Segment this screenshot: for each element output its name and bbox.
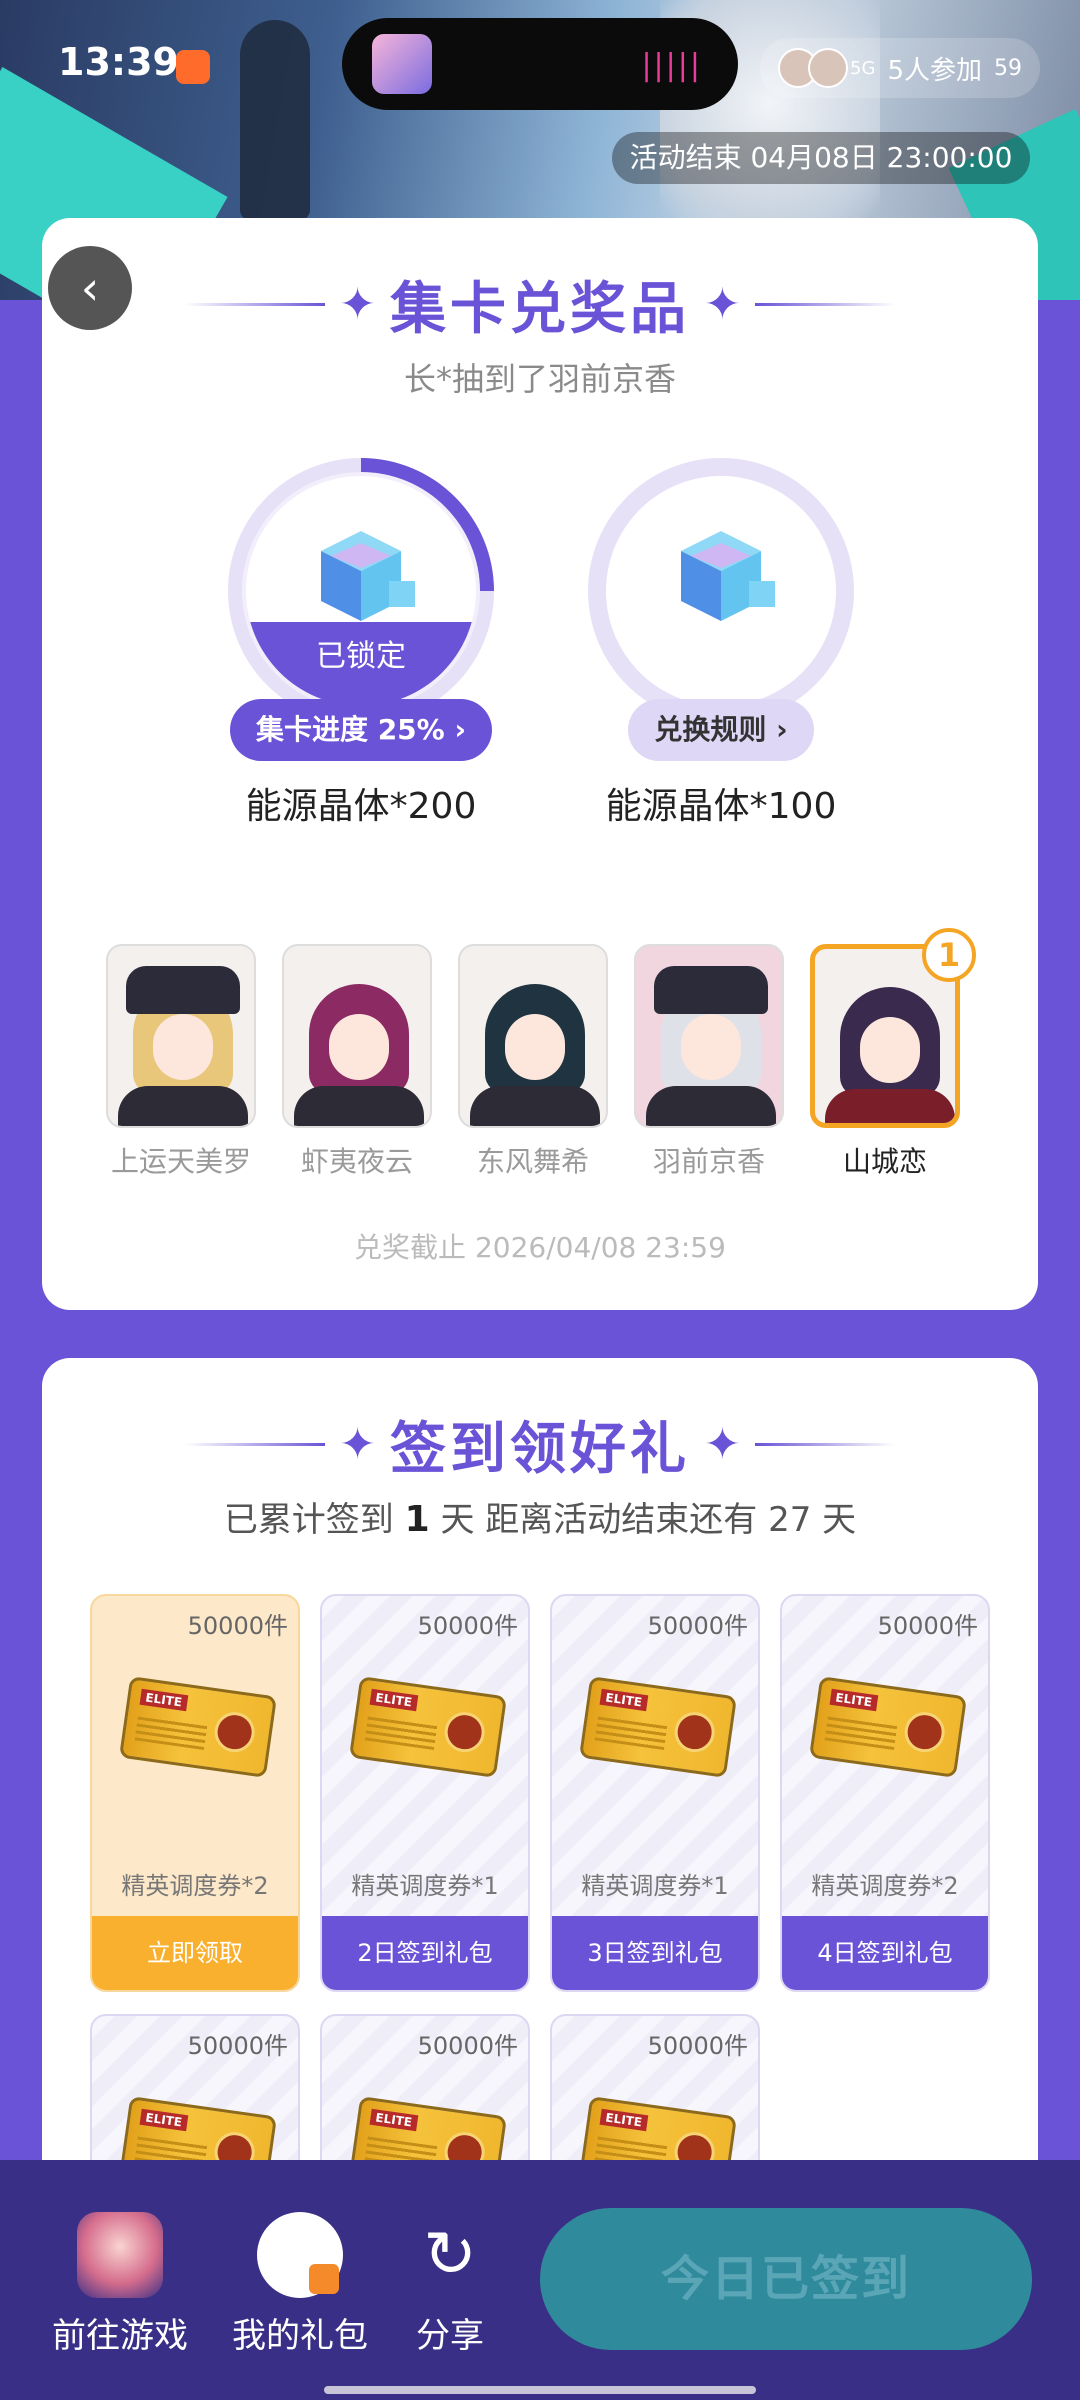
- prize-name: 能源晶体*100: [605, 786, 837, 827]
- prize-item: 兑换规则 › 能源晶体*100: [586, 458, 856, 829]
- stock-count: 50000件: [647, 2032, 748, 2060]
- collect-title: 集卡兑奖品: [390, 277, 690, 342]
- game-icon: [77, 2212, 163, 2298]
- redeem-deadline: 兑奖截止 2026/04/08 23:59: [354, 1231, 726, 1264]
- elite-ticket-icon: ELITE: [119, 1676, 277, 1778]
- sparkle-icon: ✦: [339, 1419, 376, 1470]
- status-time: 13:39: [58, 40, 179, 84]
- stock-count: 50000件: [187, 1612, 288, 1640]
- character-card[interactable]: 虾夷夜云: [282, 944, 432, 1180]
- character-portrait: [458, 944, 608, 1128]
- character-card[interactable]: 上运天美罗: [106, 944, 256, 1180]
- energy-crystal-icon: [681, 531, 775, 621]
- dynamic-island[interactable]: |||||: [342, 18, 738, 110]
- reward-name: 精英调度券*2: [811, 1872, 959, 1900]
- title-divider: [185, 303, 326, 306]
- notification-app-icon: [176, 50, 210, 84]
- avatar: [808, 48, 848, 88]
- title-divider: [185, 1443, 326, 1446]
- character-portrait: [106, 944, 256, 1128]
- stock-count: 50000件: [877, 1612, 978, 1640]
- banner-figure: [240, 20, 310, 220]
- draw-announcement: 长*抽到了羽前京香: [403, 360, 676, 398]
- reward-card-day3[interactable]: 50000件 ELITE 精英调度券*1 3日签到礼包: [550, 1594, 760, 1992]
- reward-card-day2[interactable]: 50000件 ELITE 精英调度券*1 2日签到礼包: [320, 1594, 530, 1992]
- character-name: 山城恋: [842, 1145, 927, 1178]
- character-name: 虾夷夜云: [300, 1145, 413, 1178]
- media-thumbnail: [372, 34, 432, 94]
- day2-gift-button[interactable]: 2日签到礼包: [322, 1916, 528, 1990]
- section-title: ✦ 集卡兑奖品 ✦: [42, 264, 1038, 345]
- stock-count: 50000件: [647, 1612, 748, 1640]
- sparkle-icon: ✦: [704, 279, 741, 330]
- gift-bag-icon: [257, 2212, 343, 2298]
- checkin-progress: 已累计签到 1 天 距离活动结束还有 27 天: [223, 1499, 857, 1540]
- character-portrait: [282, 944, 432, 1128]
- home-indicator[interactable]: [324, 2386, 756, 2394]
- character-card[interactable]: 羽前京香: [634, 944, 784, 1180]
- reward-name: 精英调度券*2: [121, 1872, 269, 1900]
- collect-card-section: ✦ 集卡兑奖品 ✦ 长*抽到了羽前京香 已锁定 集卡进度 25% › 能源晶体*…: [42, 218, 1038, 1310]
- chevron-right-icon: ›: [776, 713, 788, 746]
- claim-now-button[interactable]: 立即领取: [92, 1916, 298, 1990]
- elite-ticket-icon: ELITE: [579, 1676, 737, 1778]
- share-button[interactable]: ↻ 分享: [370, 2212, 530, 2357]
- event-end-time: 活动结束 04月08日 23:00:00: [612, 132, 1030, 184]
- participant-avatars: [778, 48, 848, 88]
- character-name: 上运天美罗: [110, 1145, 251, 1178]
- stock-count: 50000件: [187, 2032, 288, 2060]
- prize-name: 能源晶体*200: [245, 786, 477, 827]
- elite-ticket-icon: ELITE: [349, 1676, 507, 1778]
- go-to-game-button[interactable]: 前往游戏: [40, 2212, 200, 2357]
- prize-ring: [588, 458, 854, 724]
- day3-gift-button[interactable]: 3日签到礼包: [552, 1916, 758, 1990]
- days-signed: 1: [404, 1499, 430, 1540]
- back-button[interactable]: ‹: [48, 246, 132, 330]
- collect-progress-button[interactable]: 集卡进度 25% ›: [229, 699, 493, 761]
- share-icon: ↻: [423, 2218, 477, 2292]
- reward-name: 精英调度券*1: [581, 1872, 729, 1900]
- stock-count: 50000件: [417, 2032, 518, 2060]
- progress-ring: 已锁定: [228, 458, 494, 724]
- reward-card-day4[interactable]: 50000件 ELITE 精英调度券*2 4日签到礼包: [780, 1594, 990, 1992]
- checkin-title: 签到领好礼: [390, 1417, 690, 1482]
- character-card[interactable]: 东风舞希: [458, 944, 608, 1180]
- day4-gift-button[interactable]: 4日签到礼包: [782, 1916, 988, 1990]
- energy-crystal-icon: [321, 531, 415, 621]
- sparkle-icon: ✦: [339, 279, 376, 330]
- character-portrait: [634, 944, 784, 1128]
- locked-label: 已锁定: [246, 622, 476, 706]
- prize-item: 已锁定 集卡进度 25% › 能源晶体*200: [226, 458, 496, 829]
- reward-card-day1[interactable]: 50000件 ELITE 精英调度券*2 立即领取: [90, 1594, 300, 1992]
- section-title: ✦ 签到领好礼 ✦: [42, 1404, 1038, 1485]
- participants-text: 5人参加: [887, 55, 982, 86]
- chevron-left-icon: ‹: [80, 261, 100, 315]
- status-indicators: 5G 5人参加 59: [760, 38, 1040, 98]
- owned-count-badge: 1: [922, 928, 976, 982]
- elite-ticket-icon: ELITE: [809, 1676, 967, 1778]
- exchange-rules-button[interactable]: 兑换规则 ›: [628, 699, 814, 761]
- character-name: 羽前京香: [652, 1145, 765, 1178]
- stock-count: 50000件: [417, 1612, 518, 1640]
- character-name: 东风舞希: [476, 1145, 589, 1178]
- title-divider: [754, 303, 895, 306]
- network-label: 5G: [850, 57, 876, 79]
- character-card-selected[interactable]: 1 山城恋: [810, 928, 976, 1180]
- character-card-list: 上运天美罗 虾夷夜云 东风舞希 羽前京香 1 山城恋: [106, 928, 1006, 1204]
- battery-level: 59: [994, 55, 1022, 81]
- signed-today-button[interactable]: 今日已签到: [540, 2208, 1032, 2350]
- reward-name: 精英调度券*1: [351, 1872, 499, 1900]
- title-divider: [754, 1443, 895, 1446]
- audio-wave-icon: |||||: [641, 48, 702, 83]
- sparkle-icon: ✦: [704, 1419, 741, 1470]
- my-gifts-button[interactable]: 我的礼包: [220, 2212, 380, 2357]
- chevron-right-icon: ›: [454, 713, 467, 746]
